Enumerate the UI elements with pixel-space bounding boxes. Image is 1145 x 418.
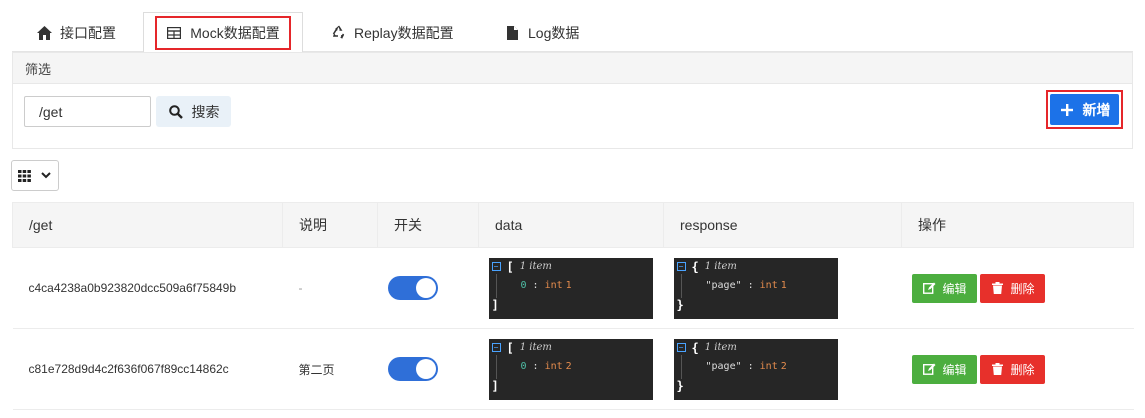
tab-highlight: Mock数据配置 <box>155 15 291 50</box>
tab-label: Log数据 <box>528 24 580 41</box>
json-viewer: −[1 item 0: int 1 ] <box>488 257 653 319</box>
enable-toggle[interactable] <box>387 276 438 300</box>
json-viewer: −[1 item 0: int 2 ] <box>488 338 653 400</box>
add-label: 新增 <box>1082 101 1111 118</box>
tab-mock-config[interactable]: Mock数据配置 <box>143 12 303 53</box>
filter-title: 筛选 <box>13 53 1132 84</box>
edit-button[interactable]: 编辑 <box>911 354 977 384</box>
add-button[interactable]: 新增 <box>1050 94 1119 125</box>
table-row: c81e728d9d4c2f636f067f89cc14862c 第二页 −[1… <box>12 328 1134 410</box>
row-desc: 第二页 <box>282 328 378 410</box>
switch-cell <box>377 328 479 410</box>
search-button[interactable]: 搜索 <box>156 96 231 127</box>
delete-button[interactable]: 删除 <box>979 354 1045 384</box>
plus-icon <box>1059 102 1075 118</box>
row-id: c81e728d9d4c2f636f067f89cc14862c <box>12 328 283 410</box>
column-header-response: response <box>663 202 902 248</box>
json-viewer: −{1 item "page": int 1 } <box>673 257 838 319</box>
row-id: c4ca4238a0b923820dcc509a6f75849b <box>12 247 283 329</box>
grid-icon <box>16 168 32 184</box>
actions-cell: 编辑 删除 <box>901 328 1134 410</box>
column-header-path: /get <box>12 202 283 248</box>
column-header-data: data <box>478 202 664 248</box>
search-input[interactable] <box>24 96 151 127</box>
column-header-actions: 操作 <box>901 202 1134 248</box>
tab-replay-config[interactable]: Replay数据配置 <box>330 13 454 52</box>
tab-label: 接口配置 <box>60 24 116 41</box>
add-highlight: 新增 <box>1046 90 1123 129</box>
column-header-desc: 说明 <box>282 202 378 248</box>
response-cell: −{1 item "page": int 2 } <box>663 328 902 410</box>
table-row: c4ca4238a0b923820dcc509a6f75849b - −[1 i… <box>12 247 1134 329</box>
chevron-down-icon <box>38 168 54 184</box>
toggle-knob <box>415 278 436 298</box>
recycle-icon <box>330 25 346 41</box>
switch-cell <box>377 247 479 329</box>
column-toggle-button[interactable] <box>11 160 59 191</box>
filter-panel: 筛选 搜索 新增 <box>12 52 1133 149</box>
data-cell: −[1 item 0: int 2 ] <box>478 328 664 410</box>
enable-toggle[interactable] <box>387 357 438 381</box>
collapse-icon[interactable]: − <box>676 262 686 271</box>
json-viewer: −{1 item "page": int 2 } <box>673 338 838 400</box>
delete-button[interactable]: 删除 <box>979 273 1045 303</box>
table-icon <box>166 25 182 41</box>
mock-data-table: /get 说明 开关 data response 操作 c4ca4238a0b9… <box>12 202 1134 410</box>
column-header-switch: 开关 <box>377 202 479 248</box>
tab-bar: 接口配置 Mock数据配置 Replay数据配置 Log数据 <box>12 10 1133 53</box>
edit-button[interactable]: 编辑 <box>911 273 977 303</box>
tab-interface-config[interactable]: 接口配置 <box>36 13 116 52</box>
tab-log-data[interactable]: Log数据 <box>504 13 579 52</box>
trash-icon <box>990 361 1006 377</box>
toggle-knob <box>415 359 436 379</box>
tab-label: Mock数据配置 <box>190 24 280 41</box>
trash-icon <box>990 280 1006 296</box>
collapse-icon[interactable]: − <box>491 343 501 352</box>
edit-icon <box>922 280 938 296</box>
edit-icon <box>922 361 938 377</box>
response-cell: −{1 item "page": int 1 } <box>663 247 902 329</box>
collapse-icon[interactable]: − <box>676 343 686 352</box>
file-icon <box>504 25 520 41</box>
data-cell: −[1 item 0: int 1 ] <box>478 247 664 329</box>
tab-label: Replay数据配置 <box>354 24 454 41</box>
home-icon <box>36 25 52 41</box>
collapse-icon[interactable]: − <box>491 262 501 271</box>
actions-cell: 编辑 删除 <box>901 247 1134 329</box>
search-icon <box>168 104 184 120</box>
row-desc: - <box>282 247 378 329</box>
search-label: 搜索 <box>191 103 220 120</box>
